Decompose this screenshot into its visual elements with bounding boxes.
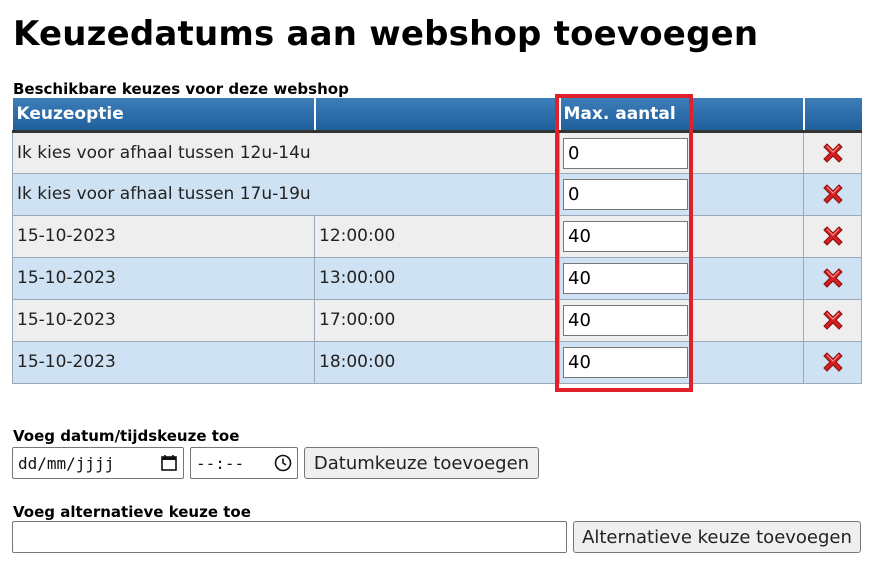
date-cell: 15-10-2023 xyxy=(12,340,315,384)
time-cell: 18:00:00 xyxy=(314,340,560,384)
time-cell: 13:00:00 xyxy=(314,256,560,300)
table-row: 15-10-2023 18:00:00 xyxy=(12,340,862,384)
max-cell xyxy=(559,214,804,258)
alt-choice-input[interactable] xyxy=(12,521,567,553)
date-cell: 15-10-2023 xyxy=(12,256,315,300)
delete-cell xyxy=(803,214,862,258)
header-option: Keuzeoptie xyxy=(12,98,316,133)
delete-cell xyxy=(803,172,862,216)
date-placeholder: dd/mm/jjjj xyxy=(18,453,115,473)
calendar-icon[interactable] xyxy=(160,454,178,472)
delete-cell xyxy=(803,340,862,384)
delete-icon[interactable] xyxy=(820,349,846,375)
table-row: Ik kies voor afhaal tussen 17u-19u xyxy=(12,172,862,216)
time-placeholder: --:-- xyxy=(196,453,245,473)
max-cell xyxy=(559,298,804,342)
header-max: Max. aantal xyxy=(559,98,805,133)
delete-icon[interactable] xyxy=(820,223,846,249)
table-row: 15-10-2023 17:00:00 xyxy=(12,298,862,342)
clock-icon[interactable] xyxy=(274,454,292,472)
delete-cell xyxy=(803,130,862,174)
delete-cell xyxy=(803,256,862,300)
delete-icon[interactable] xyxy=(820,307,846,333)
header-delete xyxy=(803,98,862,133)
max-cell xyxy=(559,130,804,174)
table-row: Ik kies voor afhaal tussen 12u-14u xyxy=(12,130,862,174)
table-caption: Beschikbare keuzes voor deze webshop xyxy=(13,80,349,98)
max-input[interactable] xyxy=(563,137,688,169)
date-cell: 15-10-2023 xyxy=(12,298,315,342)
max-input[interactable] xyxy=(563,347,688,378)
delete-icon[interactable] xyxy=(820,181,846,207)
choices-table: Keuzeoptie Max. aantal Ik kies voor afha… xyxy=(12,98,862,384)
max-input[interactable] xyxy=(563,305,688,336)
add-alt-label: Voeg alternatieve keuze toe xyxy=(13,503,251,521)
time-cell: 12:00:00 xyxy=(314,214,560,258)
add-date-button[interactable]: Datumkeuze toevoegen xyxy=(304,447,539,479)
option-cell: Ik kies voor afhaal tussen 12u-14u xyxy=(12,130,560,174)
date-cell: 15-10-2023 xyxy=(12,214,315,258)
max-cell xyxy=(559,172,804,216)
date-input[interactable]: dd/mm/jjjj xyxy=(12,447,184,479)
max-input[interactable] xyxy=(563,221,688,252)
table-row: 15-10-2023 13:00:00 xyxy=(12,256,862,300)
max-input[interactable] xyxy=(563,179,688,210)
max-input[interactable] xyxy=(563,263,688,294)
time-input[interactable]: --:-- xyxy=(190,447,298,479)
add-date-label: Voeg datum/tijdskeuze toe xyxy=(13,427,240,445)
add-alt-button[interactable]: Alternatieve keuze toevoegen xyxy=(573,521,861,553)
max-cell xyxy=(559,256,804,300)
option-cell: Ik kies voor afhaal tussen 17u-19u xyxy=(12,172,560,216)
table-header-row: Keuzeoptie Max. aantal xyxy=(12,98,862,133)
delete-cell xyxy=(803,298,862,342)
delete-icon[interactable] xyxy=(820,140,846,166)
header-time xyxy=(314,98,561,133)
time-cell: 17:00:00 xyxy=(314,298,560,342)
delete-icon[interactable] xyxy=(820,265,846,291)
table-row: 15-10-2023 12:00:00 xyxy=(12,214,862,258)
max-cell xyxy=(559,340,804,384)
page-title: Keuzedatums aan webshop toevoegen xyxy=(13,14,759,54)
